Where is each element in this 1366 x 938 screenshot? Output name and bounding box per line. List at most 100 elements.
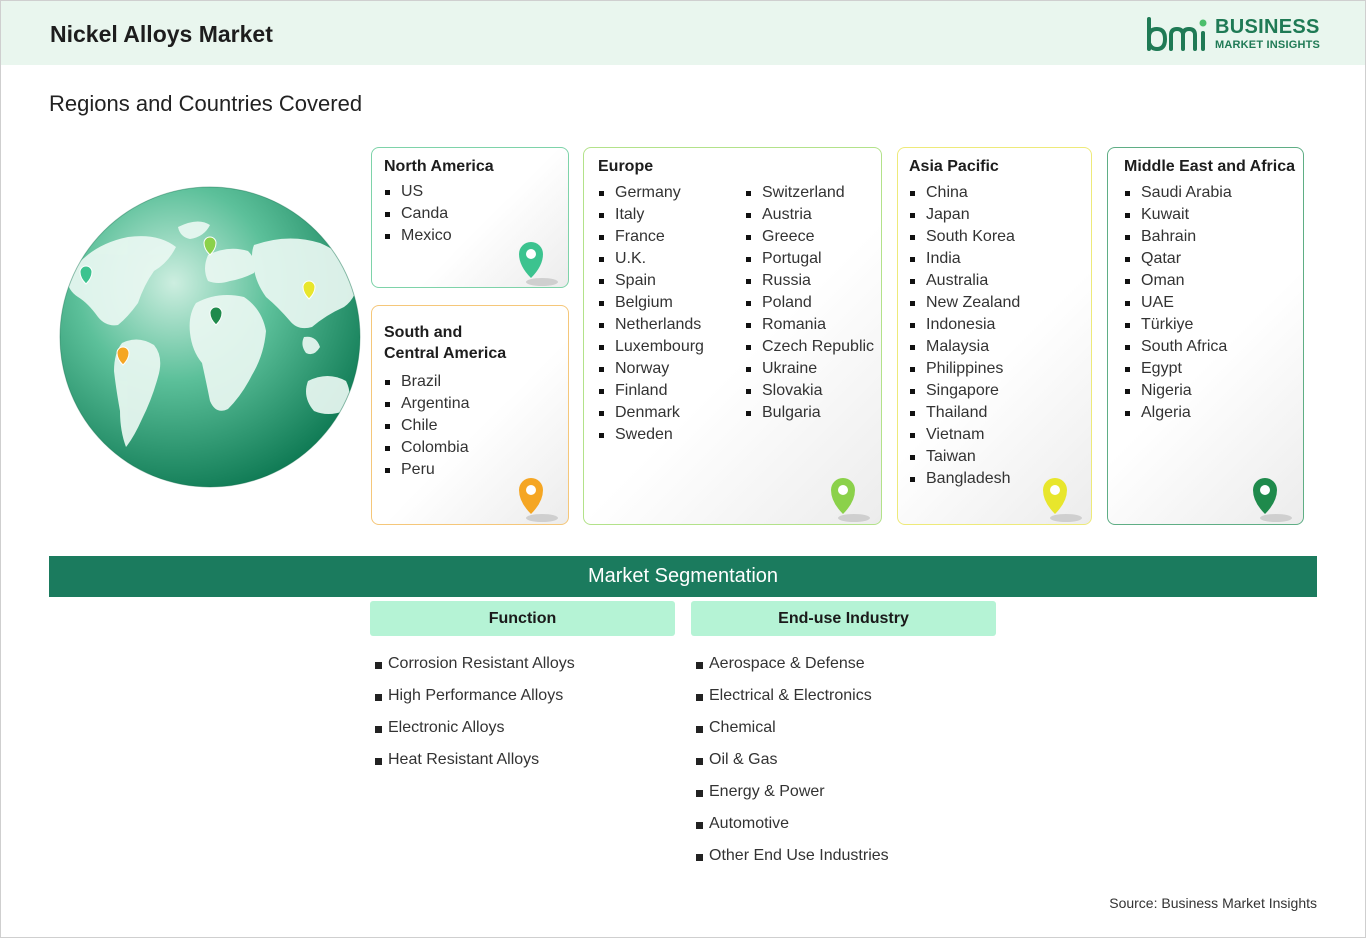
logo-line2: MARKET INSIGHTS	[1215, 39, 1321, 51]
region-card-asia-pacific: Asia Pacific China Japan South Korea Ind…	[897, 147, 1092, 525]
globe-icon	[59, 186, 361, 488]
list-item: Luxembourg	[598, 336, 704, 358]
list-item: Chemical	[695, 712, 889, 744]
region-card-north-america: North America US Canda Mexico	[371, 147, 569, 288]
list-item: Switzerland	[745, 182, 874, 204]
list-item: Other End Use Industries	[695, 840, 889, 872]
list-item: Japan	[909, 204, 1020, 226]
list-item: U.K.	[598, 248, 704, 270]
list-item: Italy	[598, 204, 704, 226]
end-use-list: Aerospace & Defense Electrical & Electro…	[695, 648, 889, 872]
segmentation-bar: Market Segmentation	[49, 556, 1317, 597]
list-item: Portugal	[745, 248, 874, 270]
list-item: Australia	[909, 270, 1020, 292]
list-item: Mexico	[384, 225, 452, 247]
list-item: South Korea	[909, 226, 1020, 248]
list-item: Heat Resistant Alloys	[374, 744, 575, 776]
list-item: Bangladesh	[909, 468, 1020, 490]
list-item: Electronic Alloys	[374, 712, 575, 744]
list-item: Denmark	[598, 402, 704, 424]
list-item: US	[384, 181, 452, 203]
list-item: Brazil	[384, 371, 470, 393]
list-item: Qatar	[1124, 248, 1232, 270]
list-item: Nigeria	[1124, 380, 1232, 402]
list-item: Thailand	[909, 402, 1020, 424]
bmi-logo-icon	[1147, 17, 1207, 52]
list-item: New Zealand	[909, 292, 1020, 314]
map-pin-icon	[1043, 478, 1082, 522]
logo-line1: BUSINESS	[1215, 16, 1320, 38]
list-item: Canda	[384, 203, 452, 225]
source-note: Source: Business Market Insights	[1109, 895, 1317, 911]
function-list: Corrosion Resistant Alloys High Performa…	[374, 648, 575, 776]
segment-header-function: Function	[370, 601, 675, 636]
list-item: Norway	[598, 358, 704, 380]
list-item: Belgium	[598, 292, 704, 314]
country-list: China Japan South Korea India Australia …	[909, 182, 1020, 490]
list-item: Aerospace & Defense	[695, 648, 889, 680]
list-item: Slovakia	[745, 380, 874, 402]
list-item: Peru	[384, 459, 470, 481]
list-item: Poland	[745, 292, 874, 314]
list-item: Romania	[745, 314, 874, 336]
region-title-line2: Central America	[384, 345, 507, 362]
regions-title: Regions and Countries Covered	[49, 91, 363, 116]
segment-header-end-use: End-use Industry	[691, 601, 996, 636]
region-title-line1: South and	[384, 324, 463, 341]
country-list: Saudi Arabia Kuwait Bahrain Qatar Oman U…	[1124, 182, 1232, 424]
list-item: Ukraine	[745, 358, 874, 380]
list-item: Corrosion Resistant Alloys	[374, 648, 575, 680]
list-item: Taiwan	[909, 446, 1020, 468]
list-item: Automotive	[695, 808, 889, 840]
list-item: South Africa	[1124, 336, 1232, 358]
list-item: Singapore	[909, 380, 1020, 402]
list-item: Oman	[1124, 270, 1232, 292]
map-pin-icon	[519, 242, 558, 286]
region-title: Asia Pacific	[909, 158, 999, 175]
header: Nickel Alloys Market BUSINESS MARKET INS…	[1, 1, 1365, 65]
region-title: Middle East and Africa	[1124, 158, 1295, 175]
list-item: Malaysia	[909, 336, 1020, 358]
region-title: North America	[384, 158, 494, 175]
list-item: Indonesia	[909, 314, 1020, 336]
region-title: Europe	[598, 158, 654, 175]
map-pin-icon	[831, 478, 870, 522]
region-card-europe: Europe Germany Italy France U.K. Spain B…	[583, 147, 882, 525]
list-item: Austria	[745, 204, 874, 226]
list-item: Greece	[745, 226, 874, 248]
list-item: Philippines	[909, 358, 1020, 380]
list-item: India	[909, 248, 1020, 270]
list-item: Finland	[598, 380, 704, 402]
list-item: Egypt	[1124, 358, 1232, 380]
region-card-middle-east-africa: Middle East and Africa Saudi Arabia Kuwa…	[1107, 147, 1304, 525]
list-item: Türkiye	[1124, 314, 1232, 336]
list-item: Chile	[384, 415, 470, 437]
list-item: France	[598, 226, 704, 248]
list-item: Energy & Power	[695, 776, 889, 808]
list-item: Vietnam	[909, 424, 1020, 446]
list-item: Bahrain	[1124, 226, 1232, 248]
list-item: UAE	[1124, 292, 1232, 314]
logo: BUSINESS MARKET INSIGHTS	[1145, 15, 1325, 55]
list-item: Bulgaria	[745, 402, 874, 424]
list-item: Algeria	[1124, 402, 1232, 424]
list-item: Oil & Gas	[695, 744, 889, 776]
country-list-col1: Germany Italy France U.K. Spain Belgium …	[598, 182, 704, 446]
map-pin-icon	[519, 478, 558, 522]
list-item: Spain	[598, 270, 704, 292]
region-title: South and Central America	[384, 322, 506, 364]
list-item: Saudi Arabia	[1124, 182, 1232, 204]
region-card-south-central-america: South and Central America Brazil Argenti…	[371, 305, 569, 525]
country-list: US Canda Mexico	[384, 181, 452, 247]
map-pin-icon	[1253, 478, 1292, 522]
list-item: Colombia	[384, 437, 470, 459]
country-list-col2: Switzerland Austria Greece Portugal Russ…	[745, 182, 874, 424]
page-title: Nickel Alloys Market	[50, 21, 273, 47]
list-item: Russia	[745, 270, 874, 292]
list-item: Argentina	[384, 393, 470, 415]
list-item: High Performance Alloys	[374, 680, 575, 712]
list-item: Kuwait	[1124, 204, 1232, 226]
list-item: Germany	[598, 182, 704, 204]
list-item: China	[909, 182, 1020, 204]
list-item: Sweden	[598, 424, 704, 446]
